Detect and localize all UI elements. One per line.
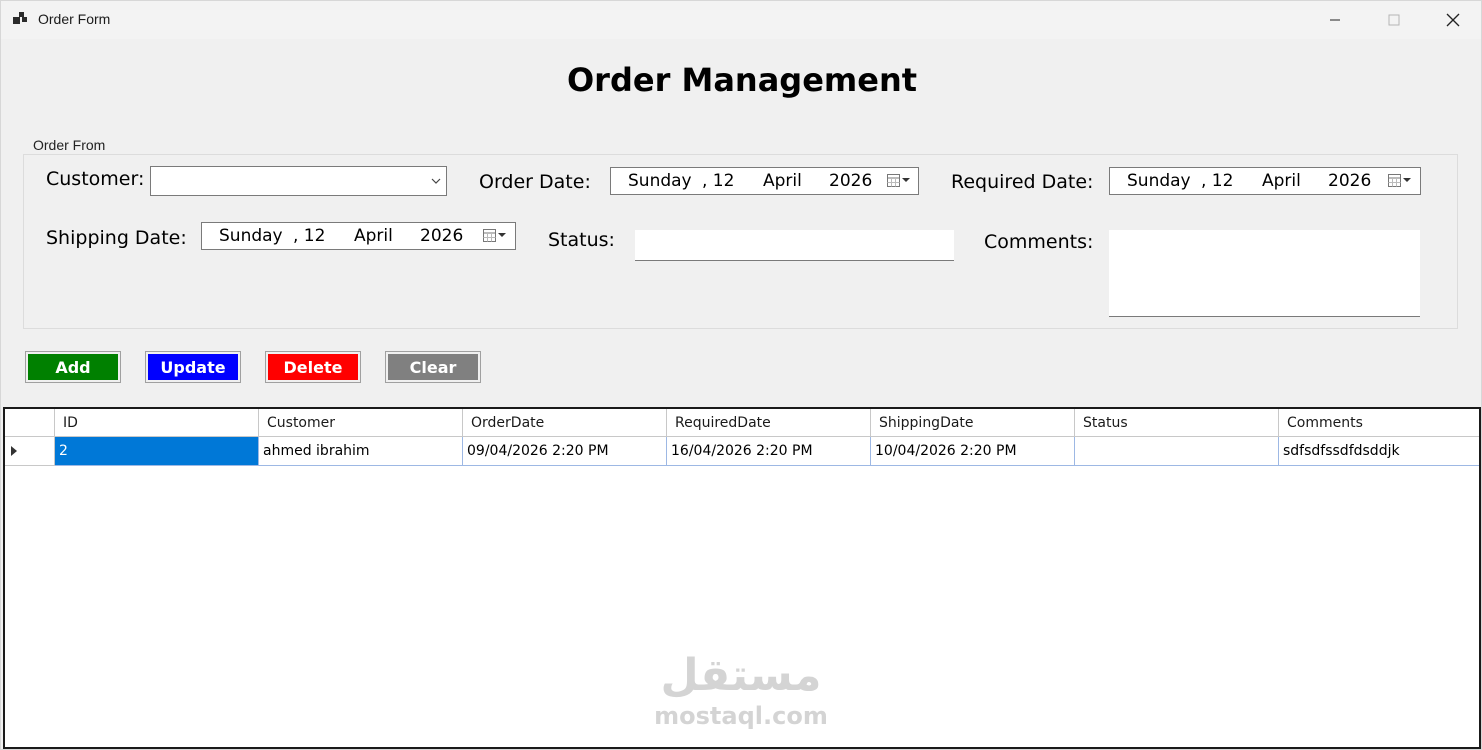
- chevron-down-icon: [431, 178, 441, 184]
- cell-status[interactable]: [1075, 437, 1279, 466]
- close-button[interactable]: [1424, 1, 1482, 39]
- shipping-date-picker[interactable]: Sunday , 12 April 2026: [201, 222, 516, 250]
- row-header-corner: [5, 409, 55, 437]
- minimize-button[interactable]: [1306, 1, 1364, 39]
- column-header-status[interactable]: Status: [1075, 409, 1279, 437]
- clear-button-label: Clear: [388, 354, 478, 380]
- cell-comments[interactable]: sdfsdfssdfdsddjk: [1279, 437, 1479, 466]
- maximize-button[interactable]: [1365, 1, 1423, 39]
- calendar-dropdown-icon[interactable]: [887, 174, 911, 188]
- row-header[interactable]: [5, 437, 55, 466]
- required-date-year: 2026: [1328, 171, 1372, 191]
- watermark-arabic: مستقل: [660, 650, 822, 701]
- required-date-day: , 12: [1201, 171, 1234, 191]
- page-title: Order Management: [566, 61, 918, 99]
- group-legend: Order From: [30, 137, 109, 153]
- status-label: Status:: [548, 229, 615, 251]
- order-date-label: Order Date:: [479, 171, 591, 193]
- cell-id[interactable]: 2: [55, 437, 259, 466]
- comments-label: Comments:: [984, 231, 1094, 253]
- column-header-customer[interactable]: Customer: [259, 409, 463, 437]
- column-header-requireddate[interactable]: RequiredDate: [667, 409, 871, 437]
- order-date-picker[interactable]: Sunday , 12 April 2026: [610, 167, 919, 195]
- add-button-label: Add: [28, 354, 118, 380]
- watermark-latin: mostaql.com: [654, 702, 828, 730]
- column-header-orderdate[interactable]: OrderDate: [463, 409, 667, 437]
- cell-orderdate[interactable]: 09/04/2026 2:20 PM: [463, 437, 667, 466]
- order-date-dayname: Sunday: [628, 171, 692, 191]
- column-header-id[interactable]: ID: [55, 409, 259, 437]
- comments-textarea[interactable]: [1109, 230, 1420, 317]
- cell-customer[interactable]: ahmed ibrahim: [259, 437, 463, 466]
- cell-shippingdate[interactable]: 10/04/2026 2:20 PM: [871, 437, 1075, 466]
- column-header-comments[interactable]: Comments: [1279, 409, 1479, 437]
- cell-requireddate[interactable]: 16/04/2026 2:20 PM: [667, 437, 871, 466]
- delete-button[interactable]: Delete: [265, 351, 361, 383]
- customer-combobox[interactable]: [150, 166, 447, 196]
- order-date-day: , 12: [702, 171, 735, 191]
- add-button[interactable]: Add: [25, 351, 121, 383]
- minimize-icon: [1330, 19, 1340, 21]
- shipping-date-month: April: [354, 226, 393, 246]
- column-header-shippingdate[interactable]: ShippingDate: [871, 409, 1075, 437]
- shipping-date-label: Shipping Date:: [46, 227, 187, 249]
- order-date-year: 2026: [829, 171, 873, 191]
- close-icon: [1446, 13, 1460, 27]
- required-date-dayname: Sunday: [1127, 171, 1191, 191]
- app-icon: [13, 12, 29, 26]
- customer-label: Customer:: [46, 168, 145, 190]
- clear-button[interactable]: Clear: [385, 351, 481, 383]
- current-row-arrow-icon: [11, 446, 17, 456]
- order-date-month: April: [763, 171, 802, 191]
- calendar-dropdown-icon[interactable]: [483, 229, 507, 243]
- window-title: Order Form: [38, 11, 111, 27]
- shipping-date-year: 2026: [420, 226, 464, 246]
- required-date-month: April: [1262, 171, 1301, 191]
- watermark: مستقل mostaql.com: [651, 651, 831, 731]
- title-bar[interactable]: Order Form: [1, 1, 1481, 39]
- update-button-label: Update: [148, 354, 238, 380]
- shipping-date-dayname: Sunday: [219, 226, 283, 246]
- shipping-date-day: , 12: [293, 226, 326, 246]
- delete-button-label: Delete: [268, 354, 358, 380]
- required-date-picker[interactable]: Sunday , 12 April 2026: [1109, 167, 1421, 195]
- status-input[interactable]: [635, 230, 954, 261]
- update-button[interactable]: Update: [145, 351, 241, 383]
- required-date-label: Required Date:: [951, 171, 1094, 193]
- calendar-dropdown-icon[interactable]: [1388, 174, 1412, 188]
- maximize-icon: [1388, 14, 1400, 26]
